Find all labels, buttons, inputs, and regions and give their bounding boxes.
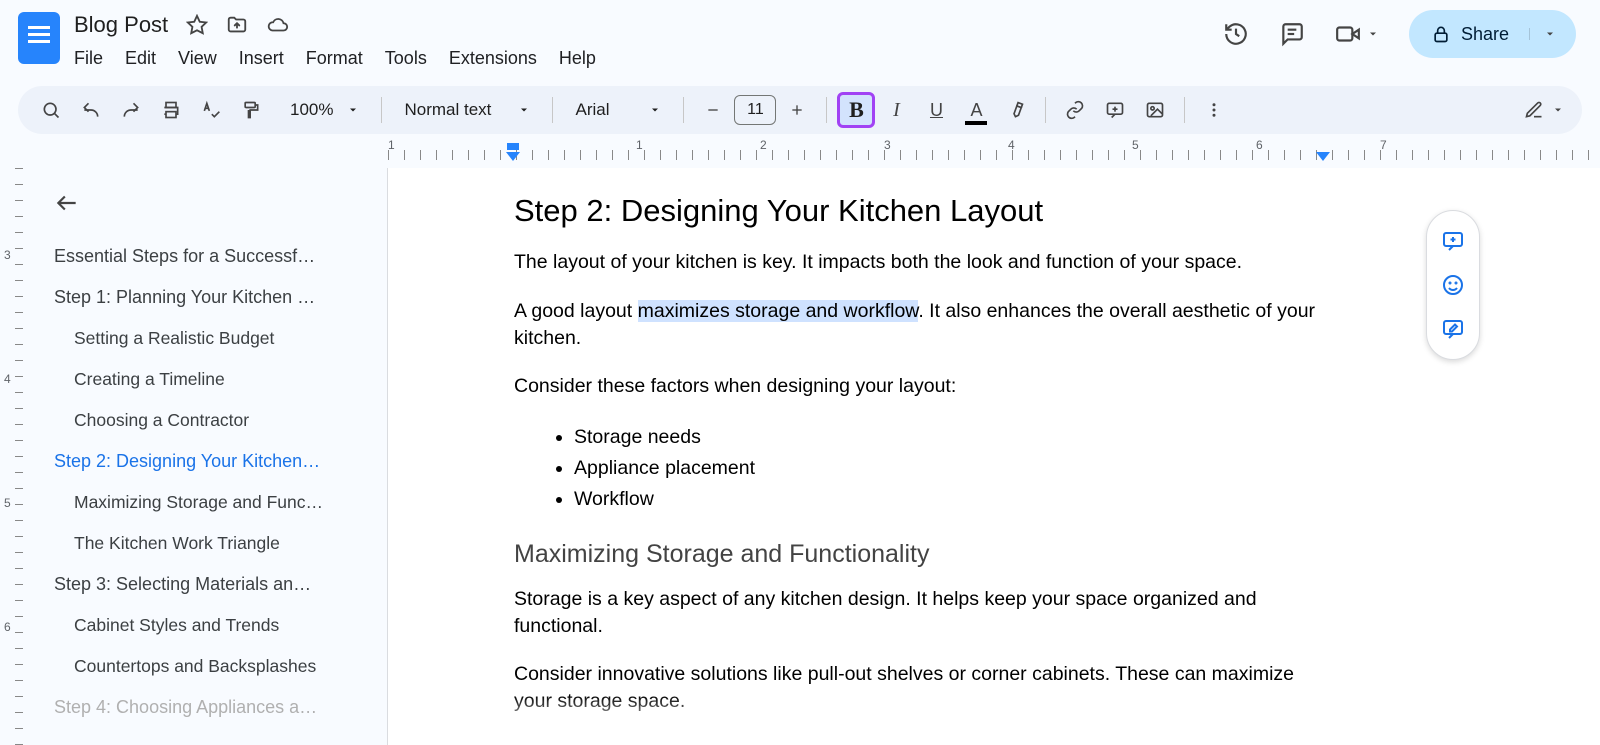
separator [1045, 97, 1046, 123]
ruler-first-indent-marker[interactable] [507, 143, 519, 150]
zoom-select[interactable]: 100% [272, 100, 371, 120]
add-emoji-reaction-button[interactable] [1433, 265, 1473, 305]
share-button[interactable]: Share [1409, 10, 1576, 58]
heading-2[interactable]: Step 2: Designing Your Kitchen Layout [514, 190, 1328, 233]
undo-button[interactable] [72, 92, 110, 128]
paragraph-style-select[interactable]: Normal text [392, 100, 542, 120]
zoom-value: 100% [284, 100, 337, 120]
outline-item[interactable]: Step 4: Choosing Appliances a… [54, 687, 375, 728]
add-comment-pill-button[interactable] [1433, 221, 1473, 261]
underline-button[interactable]: U [917, 92, 955, 128]
history-icon[interactable] [1223, 21, 1249, 47]
menu-view[interactable]: View [178, 48, 217, 69]
document-outline: Essential Steps for a Successf…Step 1: P… [24, 168, 388, 745]
chevron-down-icon [347, 104, 359, 116]
paragraph-style-value: Normal text [404, 100, 491, 120]
font-size-input[interactable]: 11 [734, 95, 776, 125]
search-icon[interactable] [32, 92, 70, 128]
document-title[interactable]: Blog Post [74, 12, 168, 38]
outline-item[interactable]: Countertops and Backsplashes [54, 646, 375, 687]
menu-format[interactable]: Format [306, 48, 363, 69]
heading-3[interactable]: Maximizing Storage and Functionality [514, 537, 1328, 572]
ruler-left-indent-marker[interactable] [506, 152, 520, 161]
chevron-down-icon [518, 104, 530, 116]
horizontal-ruler[interactable]: 1 1 2 3 4 5 6 7 [388, 138, 1600, 168]
vertical-ruler[interactable]: 3 4 5 6 [0, 168, 24, 745]
menu-help[interactable]: Help [559, 48, 596, 69]
paragraph[interactable]: Consider these factors when designing yo… [514, 373, 1328, 400]
font-value: Arial [575, 100, 609, 120]
menu-bar: File Edit View Insert Format Tools Exten… [74, 48, 596, 69]
paragraph[interactable]: Remember, a well-planned kitchen can mak… [514, 737, 1328, 745]
bullet-list[interactable]: Storage needs Appliance placement Workfl… [574, 422, 1328, 515]
separator [826, 97, 827, 123]
paragraph[interactable]: A good layout maximizes storage and work… [514, 298, 1328, 352]
editing-mode-button[interactable] [1524, 100, 1568, 120]
text-color-button[interactable]: A [957, 92, 995, 128]
increase-font-size-button[interactable] [778, 92, 816, 128]
bold-button[interactable]: B [837, 92, 875, 128]
comment-side-panel [1426, 210, 1480, 360]
separator [381, 97, 382, 123]
star-icon[interactable] [186, 14, 208, 36]
paint-format-button[interactable] [232, 92, 270, 128]
menu-file[interactable]: File [74, 48, 103, 69]
comments-icon[interactable] [1279, 21, 1305, 47]
menu-tools[interactable]: Tools [385, 48, 427, 69]
separator [1184, 97, 1185, 123]
highlight-color-button[interactable] [997, 92, 1035, 128]
print-button[interactable] [152, 92, 190, 128]
insert-link-button[interactable] [1056, 92, 1094, 128]
outline-item[interactable]: Essential Steps for a Successf… [54, 236, 375, 277]
menu-edit[interactable]: Edit [125, 48, 156, 69]
outline-back-button[interactable] [54, 190, 375, 216]
outline-item[interactable]: Choosing a Contractor [54, 400, 375, 441]
chevron-down-icon [649, 104, 661, 116]
document-page[interactable]: Step 2: Designing Your Kitchen Layout Th… [388, 168, 1600, 745]
docs-icon[interactable] [18, 12, 60, 64]
ruler-right-indent-marker[interactable] [1316, 152, 1330, 161]
lock-icon [1431, 24, 1451, 44]
paragraph[interactable]: The layout of your kitchen is key. It im… [514, 249, 1328, 276]
paragraph[interactable]: Storage is a key aspect of any kitchen d… [514, 586, 1328, 640]
outline-item[interactable]: Setting a Realistic Budget [54, 318, 375, 359]
outline-item[interactable]: Step 1: Planning Your Kitchen … [54, 277, 375, 318]
decrease-font-size-button[interactable] [694, 92, 732, 128]
menu-insert[interactable]: Insert [239, 48, 284, 69]
outline-item[interactable]: Maximizing Storage and Func… [54, 482, 375, 523]
more-tools-button[interactable] [1195, 92, 1233, 128]
outline-item[interactable]: Step 3: Selecting Materials an… [54, 564, 375, 605]
meet-icon[interactable] [1335, 21, 1379, 47]
suggest-edits-button[interactable] [1433, 309, 1473, 349]
separator [552, 97, 553, 123]
add-comment-button[interactable] [1096, 92, 1134, 128]
share-label: Share [1461, 24, 1509, 45]
menu-extensions[interactable]: Extensions [449, 48, 537, 69]
outline-item[interactable]: Creating a Timeline [54, 359, 375, 400]
list-item[interactable]: Appliance placement [574, 453, 1328, 484]
move-icon[interactable] [226, 14, 248, 36]
outline-item[interactable]: Step 2: Designing Your Kitchen… [54, 441, 375, 482]
highlighted-text[interactable]: maximizes storage and workflow [638, 300, 919, 322]
chevron-down-icon [1552, 104, 1564, 116]
cloud-status-icon[interactable] [266, 14, 290, 36]
outline-item[interactable]: Cabinet Styles and Trends [54, 605, 375, 646]
list-item[interactable]: Workflow [574, 484, 1328, 515]
separator [683, 97, 684, 123]
font-select[interactable]: Arial [563, 100, 673, 120]
list-item[interactable]: Storage needs [574, 422, 1328, 453]
spellcheck-button[interactable] [192, 92, 230, 128]
redo-button[interactable] [112, 92, 150, 128]
italic-button[interactable]: I [877, 92, 915, 128]
share-caret-icon[interactable] [1529, 28, 1556, 40]
insert-image-button[interactable] [1136, 92, 1174, 128]
outline-item[interactable]: The Kitchen Work Triangle [54, 523, 375, 564]
paragraph[interactable]: Consider innovative solutions like pull-… [514, 661, 1328, 715]
